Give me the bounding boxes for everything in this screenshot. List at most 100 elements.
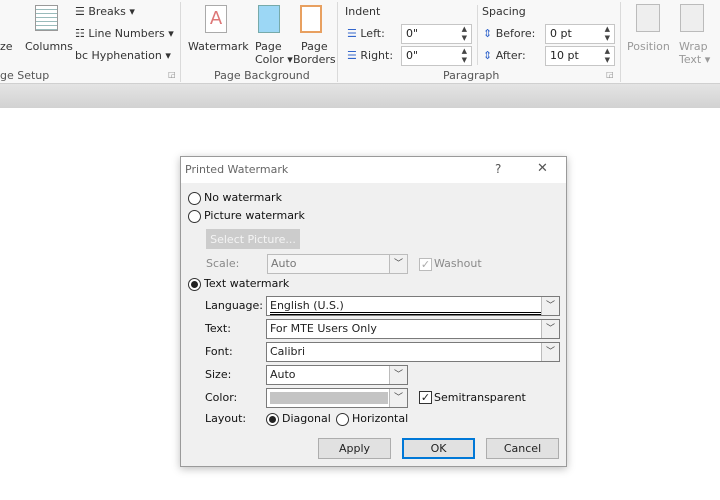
position-button[interactable]: Position	[627, 40, 670, 53]
spacing-before-text: Before:	[495, 27, 536, 40]
spinner-icon[interactable]: ▲ ▼	[605, 47, 610, 65]
ok-button[interactable]: OK	[402, 438, 475, 459]
hyphenation-icon: bc	[75, 49, 89, 62]
font-label: Font:	[205, 345, 233, 358]
chevron-down-icon[interactable]: ﹀	[541, 343, 559, 361]
apply-button[interactable]: Apply	[318, 438, 391, 459]
group-divider	[337, 2, 338, 82]
washout-label[interactable]: Washout	[434, 257, 482, 270]
semitransparent-checkbox[interactable]: ✓	[419, 391, 432, 404]
spacing-title: Spacing	[482, 5, 526, 18]
indent-left-label: ☰ Left:	[347, 27, 385, 40]
chevron-down-icon[interactable]: ﹀	[389, 255, 407, 273]
text-watermark-label[interactable]: Text watermark	[204, 277, 289, 290]
scale-label: Scale:	[206, 257, 240, 270]
size-value: Auto	[270, 368, 296, 381]
diagonal-radio[interactable]	[266, 413, 279, 426]
indent-left-value: 0"	[406, 27, 419, 40]
picture-watermark-label[interactable]: Picture watermark	[204, 209, 305, 222]
spacing-after-input[interactable]: 10 pt ▲ ▼	[545, 46, 615, 66]
spacing-before-icon: ⇕	[483, 27, 493, 40]
page-color-label: Color	[255, 53, 284, 66]
font-select[interactable]: Calibri ﹀	[266, 342, 560, 362]
indent-title: Indent	[345, 5, 381, 18]
layout-label: Layout:	[205, 412, 247, 425]
horizontal-label[interactable]: Horizontal	[352, 412, 408, 425]
spacing-before-input[interactable]: 0 pt ▲ ▼	[545, 24, 615, 44]
wrap-text-label: Wrap	[679, 40, 708, 53]
font-value: Calibri	[270, 345, 306, 358]
indent-right-input[interactable]: 0" ▲ ▼	[401, 46, 472, 66]
spinner-icon[interactable]: ▲ ▼	[605, 25, 610, 43]
spinner-icon[interactable]: ▲ ▼	[462, 47, 467, 65]
group-divider	[180, 2, 181, 82]
caret-down-icon: ▾	[168, 27, 174, 40]
hyphenation-label: Hyphenation	[91, 49, 162, 62]
hyphenation-button[interactable]: bc Hyphenation ▾	[75, 49, 171, 62]
breaks-button[interactable]: ☰ Breaks ▾	[75, 5, 135, 18]
cancel-button[interactable]: Cancel	[486, 438, 559, 459]
help-button[interactable]: ?	[495, 162, 501, 176]
columns-icon	[35, 5, 58, 31]
position-icon	[636, 4, 660, 32]
columns-button[interactable]: Columns	[25, 40, 73, 53]
dialog-launcher-icon[interactable]: ◲	[168, 70, 176, 79]
color-select[interactable]: ﹀	[266, 388, 408, 408]
wrap-text-icon	[680, 4, 704, 32]
indent-left-input[interactable]: 0" ▲ ▼	[401, 24, 472, 44]
page-color-button[interactable]: Page Color ▾	[255, 40, 293, 66]
spacing-after-text: After:	[495, 49, 526, 62]
scale-value: Auto	[271, 257, 297, 270]
size-button[interactable]: ze	[0, 40, 13, 53]
spacing-before-label: ⇕ Before:	[483, 27, 535, 40]
spacing-after-label: ⇕ After:	[483, 49, 526, 62]
washout-checkbox[interactable]: ✓	[419, 258, 432, 271]
language-value: English (U.S.)	[270, 299, 542, 315]
dialog-title: Printed Watermark	[185, 163, 289, 176]
title-bar: Printed Watermark ? ✕	[181, 157, 566, 183]
chevron-down-icon[interactable]: ﹀	[389, 366, 407, 384]
spacing-after-value: 10 pt	[550, 49, 579, 62]
text-select[interactable]: For MTE Users Only ﹀	[266, 319, 560, 339]
select-picture-button[interactable]: Select Picture...	[206, 229, 300, 249]
line-numbers-button[interactable]: ☷ Line Numbers ▾	[75, 27, 174, 40]
language-select[interactable]: English (U.S.) ﹀	[266, 296, 560, 316]
text-label: Text:	[205, 322, 231, 335]
picture-watermark-radio[interactable]	[188, 210, 201, 223]
ribbon: ze Columns ☰ Breaks ▾ ☷ Line Numbers ▾ b…	[0, 0, 720, 84]
indent-left-icon: ☰	[347, 27, 357, 40]
color-swatch	[270, 392, 388, 404]
page-borders-button[interactable]: Page Borders	[293, 40, 336, 66]
line-numbers-label: Line Numbers	[88, 27, 165, 40]
group-divider	[477, 5, 478, 65]
wrap-text-label: Text	[679, 53, 702, 66]
size-select[interactable]: Auto ﹀	[266, 365, 408, 385]
spacing-after-icon: ⇕	[483, 49, 493, 62]
diagonal-label[interactable]: Diagonal	[282, 412, 331, 425]
page-color-icon	[258, 5, 280, 33]
text-watermark-radio[interactable]	[188, 278, 201, 291]
dialog-launcher-icon[interactable]: ◲	[606, 70, 614, 79]
color-label: Color:	[205, 391, 238, 404]
watermark-icon: A	[205, 5, 227, 33]
paragraph-group-label: Paragraph	[443, 69, 500, 82]
scale-select[interactable]: Auto ﹀	[267, 254, 408, 274]
group-divider	[620, 2, 621, 82]
breaks-label: Breaks	[88, 5, 126, 18]
breaks-icon: ☰	[75, 5, 85, 18]
page-background-group-label: Page Background	[214, 69, 310, 82]
page-borders-icon	[300, 5, 322, 33]
no-watermark-label[interactable]: No watermark	[204, 191, 282, 204]
semitransparent-label[interactable]: Semitransparent	[434, 391, 526, 404]
chevron-down-icon[interactable]: ﹀	[541, 297, 559, 315]
watermark-button[interactable]: Watermark	[188, 40, 249, 53]
chevron-down-icon[interactable]: ﹀	[541, 320, 559, 338]
ruler-strip	[0, 84, 720, 108]
close-button[interactable]: ✕	[537, 161, 548, 176]
spinner-icon[interactable]: ▲ ▼	[462, 25, 467, 43]
chevron-down-icon[interactable]: ﹀	[389, 389, 407, 407]
no-watermark-radio[interactable]	[188, 192, 201, 205]
wrap-text-button[interactable]: Wrap Text ▾	[679, 40, 710, 66]
caret-down-icon: ▾	[165, 49, 171, 62]
horizontal-radio[interactable]	[336, 413, 349, 426]
